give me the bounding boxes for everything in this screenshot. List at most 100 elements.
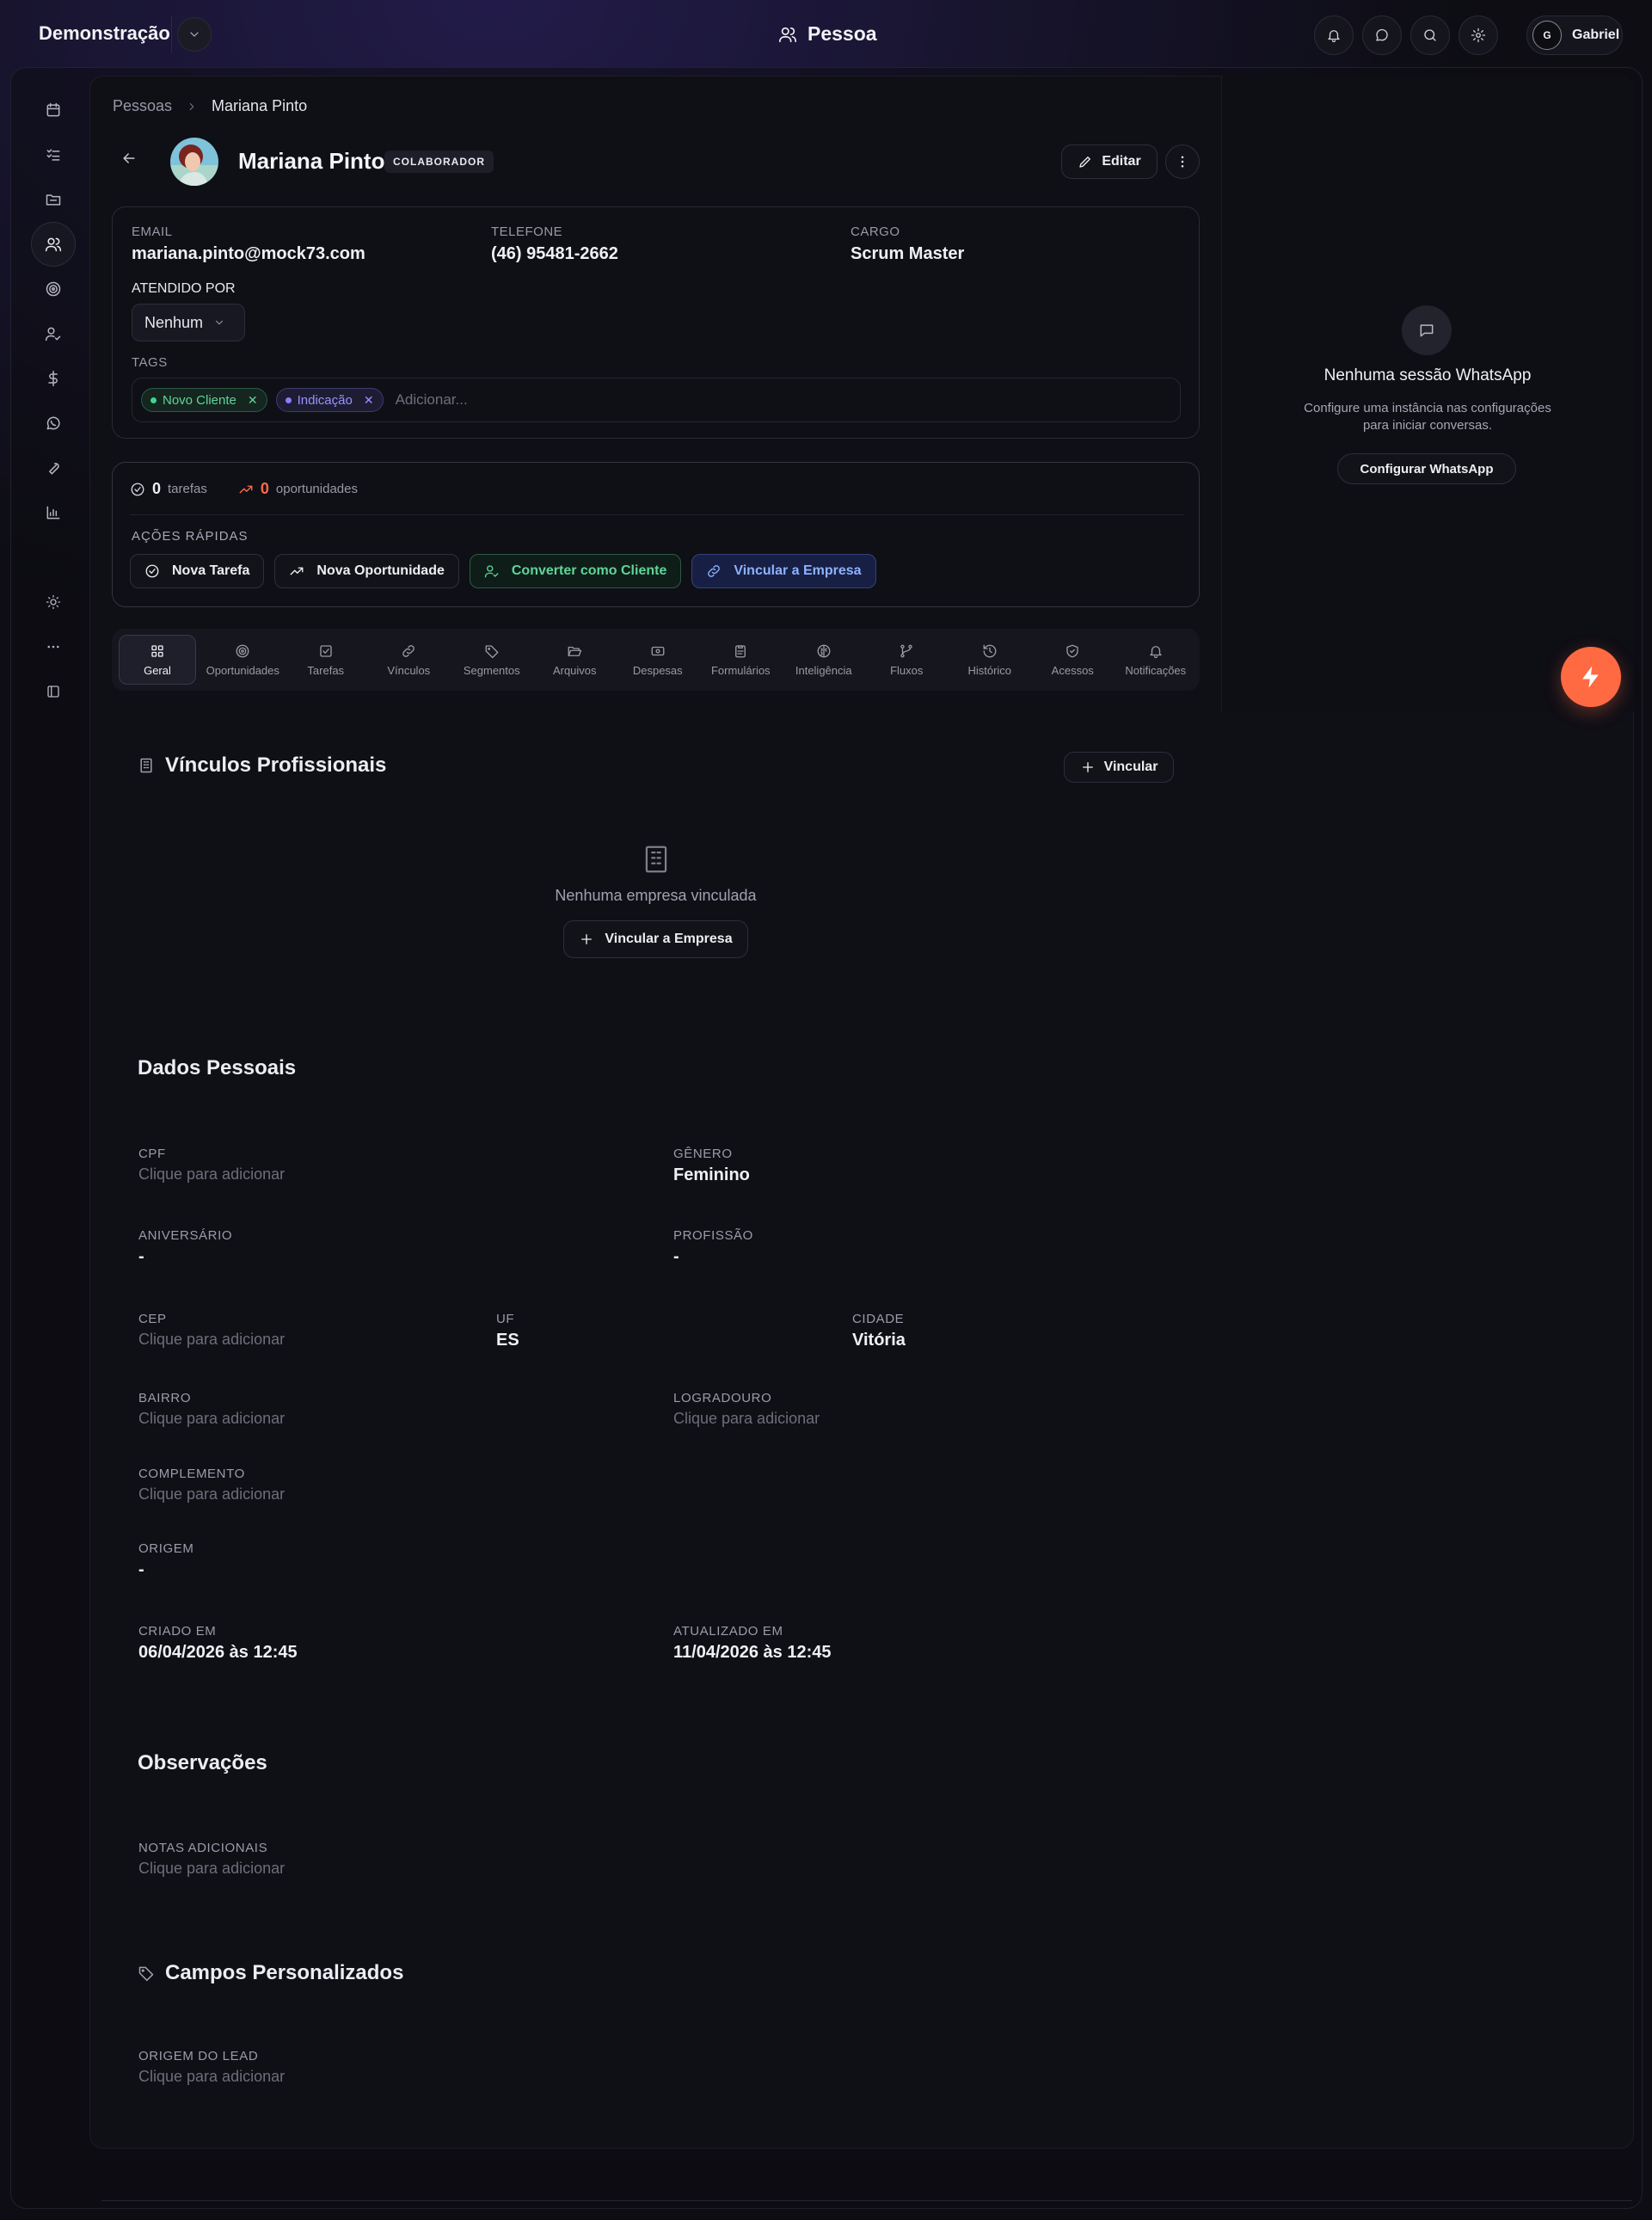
birthday-value[interactable]: - xyxy=(138,1247,232,1267)
gender-label: GÊNERO xyxy=(673,1147,733,1161)
tab-label: Segmentos xyxy=(463,663,520,677)
add-link-button[interactable]: Vincular xyxy=(1064,752,1174,783)
complement-value[interactable]: Clique para adicionar xyxy=(138,1485,285,1504)
cep-value[interactable]: Clique para adicionar xyxy=(138,1331,285,1349)
tasks-stat[interactable]: 0 tarefas xyxy=(130,480,207,498)
attended-by-select[interactable]: Nenhum xyxy=(132,304,245,341)
tab-acessos[interactable]: Acessos xyxy=(1031,635,1115,685)
created-at-field: CRIADO EM 06/04/2026 às 12:45 xyxy=(138,1624,298,1663)
notifications-button[interactable] xyxy=(1314,15,1354,55)
link-company-button[interactable]: Vincular a Empresa xyxy=(691,554,876,588)
cpf-field[interactable]: CPF Clique para adicionar xyxy=(138,1147,285,1184)
tab-notificacoes[interactable]: Notificações xyxy=(1115,635,1198,685)
back-button[interactable] xyxy=(120,150,138,167)
phone-value[interactable]: (46) 95481-2662 xyxy=(491,244,618,264)
tab-geral[interactable]: Geral xyxy=(119,635,196,685)
page-title: Pessoa xyxy=(778,22,877,46)
tab-arquivos[interactable]: Arquivos xyxy=(533,635,617,685)
email-value[interactable]: mariana.pinto@mock73.com xyxy=(132,244,365,264)
origin-field[interactable]: ORIGEM - xyxy=(138,1541,193,1580)
link-company-empty-button[interactable]: Vincular a Empresa xyxy=(563,920,748,958)
no-company-text: Nenhuma empresa vinculada xyxy=(555,887,757,904)
quick-action-fab[interactable] xyxy=(1561,647,1621,707)
new-task-button[interactable]: Nova Tarefa xyxy=(130,554,265,588)
tasks-label: tarefas xyxy=(168,482,207,496)
more-actions-button[interactable] xyxy=(1165,145,1200,179)
tab-label: Tarefas xyxy=(307,663,345,677)
street-value[interactable]: Clique para adicionar xyxy=(673,1410,820,1428)
street-field[interactable]: LOGRADOURO Clique para adicionar xyxy=(673,1391,820,1428)
grid-icon xyxy=(151,644,163,657)
user-menu[interactable]: G Gabriel xyxy=(1526,15,1623,55)
theme-toggle[interactable] xyxy=(31,580,76,624)
configure-whatsapp-button[interactable]: Configurar WhatsApp xyxy=(1337,453,1516,484)
breadcrumb-people[interactable]: Pessoas xyxy=(113,97,172,115)
profession-field[interactable]: PROFISSÃO - xyxy=(673,1228,753,1267)
gender-value[interactable]: Feminino xyxy=(673,1165,750,1185)
sidebar-item-calendar[interactable] xyxy=(31,88,76,132)
city-value[interactable]: Vitória xyxy=(852,1331,906,1350)
notes-value[interactable]: Clique para adicionar xyxy=(138,1860,285,1878)
tab-oportunidades[interactable]: Oportunidades xyxy=(201,635,285,685)
origin-value[interactable]: - xyxy=(138,1560,193,1580)
tags-placeholder[interactable]: Adicionar... xyxy=(396,391,468,409)
tab-fluxos[interactable]: Fluxos xyxy=(865,635,949,685)
tag-label: Indicação xyxy=(297,392,353,408)
tab-label: Notificações xyxy=(1125,663,1187,677)
sidebar-item-projects[interactable] xyxy=(31,177,76,222)
position-value[interactable]: Scrum Master xyxy=(851,244,964,264)
tab-formularios[interactable]: Formulários xyxy=(699,635,783,685)
district-value[interactable]: Clique para adicionar xyxy=(138,1410,285,1428)
sun-icon xyxy=(46,594,61,610)
whatsapp-empty-title: Nenhuma sessão WhatsApp xyxy=(1323,366,1532,384)
birthday-field[interactable]: ANIVERSÁRIO - xyxy=(138,1228,232,1267)
sidebar-item-opportunities[interactable] xyxy=(31,267,76,311)
opportunities-stat[interactable]: 0 oportunidades xyxy=(238,480,358,498)
add-link-label: Vincular xyxy=(1103,759,1158,774)
sidebar-item-tools[interactable] xyxy=(31,446,76,490)
messages-button[interactable] xyxy=(1362,15,1402,55)
cpf-value[interactable]: Clique para adicionar xyxy=(138,1165,285,1184)
settings-button[interactable] xyxy=(1459,15,1498,55)
lead-origin-value[interactable]: Clique para adicionar xyxy=(138,2068,285,2086)
tab-segmentos[interactable]: Segmentos xyxy=(451,635,534,685)
new-opportunity-button[interactable]: Nova Oportunidade xyxy=(274,554,459,588)
city-field[interactable]: CIDADE Vitória xyxy=(852,1312,906,1350)
tab-historico[interactable]: Histórico xyxy=(949,635,1032,685)
sidebar-toggle[interactable] xyxy=(31,669,76,714)
org-switch-button[interactable] xyxy=(177,17,212,52)
district-field[interactable]: BAIRRO Clique para adicionar xyxy=(138,1391,285,1428)
tab-label: Oportunidades xyxy=(206,663,279,677)
profession-value[interactable]: - xyxy=(673,1247,753,1267)
convert-client-button[interactable]: Converter como Cliente xyxy=(469,554,682,588)
target-icon xyxy=(46,281,61,297)
sidebar-item-whatsapp[interactable] xyxy=(31,401,76,446)
uf-value[interactable]: ES xyxy=(496,1331,519,1350)
notes-field[interactable]: NOTAS ADICIONAIS Clique para adicionar xyxy=(138,1841,285,1878)
pencil-icon xyxy=(1079,157,1091,168)
tab-vinculos[interactable]: Vínculos xyxy=(367,635,451,685)
opportunities-count: 0 xyxy=(260,480,269,497)
tags-input[interactable]: Novo Cliente ✕ Indicação ✕ Adicionar... xyxy=(132,378,1181,422)
organization-name[interactable]: Demonstração xyxy=(39,22,170,45)
gender-field[interactable]: GÊNERO Feminino xyxy=(673,1147,750,1185)
updated-at-value: 11/04/2026 às 12:45 xyxy=(673,1643,832,1662)
more-options[interactable] xyxy=(31,624,76,669)
tab-despesas[interactable]: Despesas xyxy=(617,635,700,685)
sidebar-item-people[interactable] xyxy=(31,222,76,267)
sidebar-item-finance[interactable] xyxy=(31,356,76,401)
lead-origin-field[interactable]: ORIGEM DO LEAD Clique para adicionar xyxy=(138,2049,285,2086)
sidebar-item-clients[interactable] xyxy=(31,311,76,356)
cep-field[interactable]: CEP Clique para adicionar xyxy=(138,1312,285,1349)
remove-tag-icon[interactable]: ✕ xyxy=(364,393,374,408)
sidebar-item-tasks[interactable] xyxy=(31,132,76,177)
remove-tag-icon[interactable]: ✕ xyxy=(248,393,258,408)
sidebar-item-reports[interactable] xyxy=(31,490,76,535)
tab-tarefas[interactable]: Tarefas xyxy=(285,635,368,685)
uf-field[interactable]: UF ES xyxy=(496,1312,519,1350)
search-button[interactable] xyxy=(1410,15,1450,55)
complement-field[interactable]: COMPLEMENTO Clique para adicionar xyxy=(138,1467,285,1504)
calendar-icon xyxy=(46,102,60,117)
tab-inteligencia[interactable]: Inteligência xyxy=(783,635,866,685)
edit-button[interactable]: Editar xyxy=(1061,145,1158,179)
